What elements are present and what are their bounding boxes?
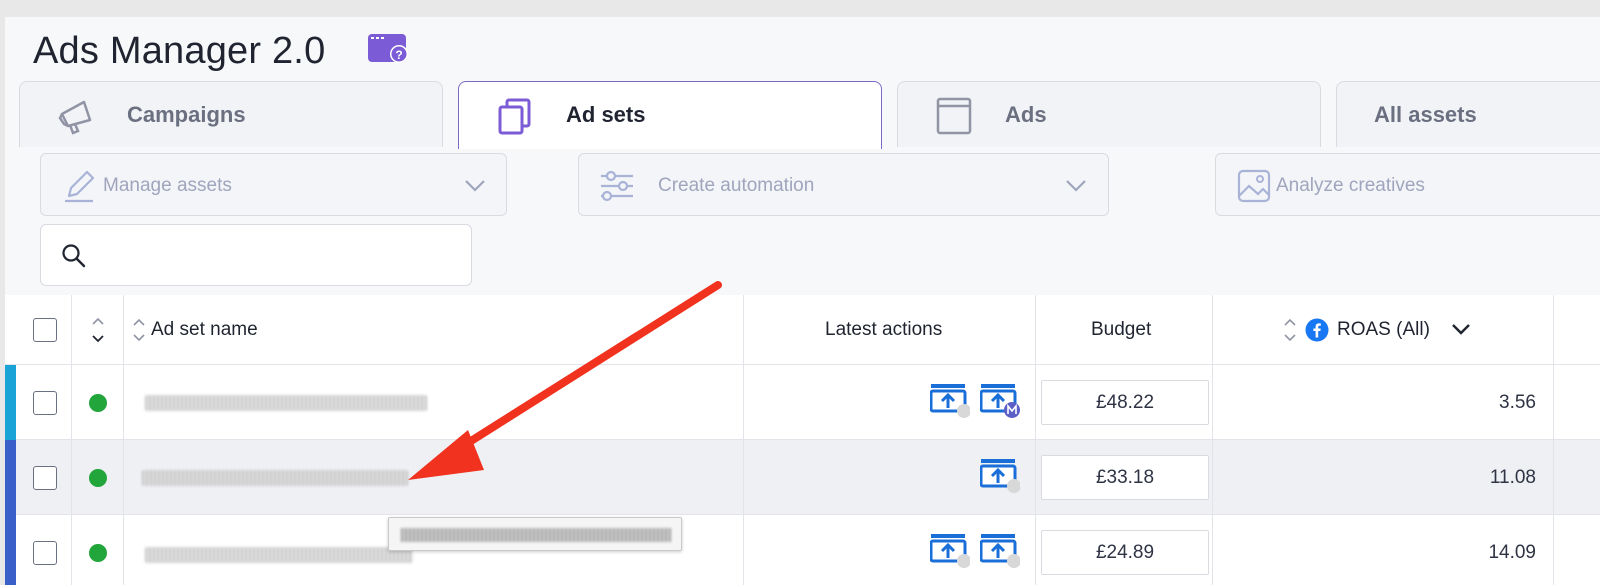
chevron-down-icon — [1066, 180, 1086, 192]
column-roas[interactable]: ROAS (All) — [1337, 318, 1430, 342]
sort-icon[interactable] — [1283, 317, 1297, 343]
tab-all-assets[interactable]: All assets — [1336, 81, 1600, 147]
chevron-down-icon — [465, 180, 485, 192]
row-color-stripe — [5, 515, 16, 585]
table-row[interactable]: £24.89 14.09 — [5, 515, 1600, 585]
budget-field[interactable]: £33.18 — [1041, 455, 1209, 500]
analyze-creatives-button[interactable]: Analyze creatives — [1215, 153, 1600, 216]
tab-ad-sets[interactable]: Ad sets — [458, 81, 882, 149]
help-window-icon[interactable]: ? — [367, 33, 411, 65]
megaphone-icon — [58, 100, 92, 135]
budget-upload-icon[interactable] — [930, 533, 970, 569]
tab-campaigns[interactable]: Campaigns — [19, 81, 443, 147]
tab-campaigns-label: Campaigns — [127, 102, 246, 127]
facebook-icon — [1305, 318, 1329, 342]
sort-icon[interactable] — [132, 317, 146, 343]
budget-field[interactable]: £48.22 — [1041, 380, 1209, 425]
chevron-down-icon[interactable] — [1451, 321, 1471, 337]
create-automation-label: Create automation — [658, 175, 815, 196]
tab-all-assets-label: All assets — [1374, 102, 1477, 127]
table-header: Ad set name Latest actions Budget ROAS (… — [5, 295, 1600, 365]
svg-text:?: ? — [395, 48, 402, 62]
column-divider — [71, 295, 72, 585]
column-budget[interactable]: Budget — [1091, 318, 1151, 342]
tab-ads-label: Ads — [1005, 102, 1047, 127]
budget-field[interactable]: £24.89 — [1041, 530, 1209, 575]
tooltip-text-redacted — [401, 528, 671, 542]
row-color-stripe — [5, 440, 16, 515]
sort-icon[interactable] — [91, 315, 105, 345]
manage-assets-dropdown[interactable]: Manage assets — [40, 153, 507, 216]
row-checkbox[interactable] — [33, 466, 57, 490]
row-checkbox[interactable] — [33, 541, 57, 565]
ad-sets-table: Ad set name Latest actions Budget ROAS (… — [5, 295, 1600, 585]
column-divider — [123, 295, 124, 585]
tab-ads[interactable]: Ads — [897, 81, 1321, 147]
table-row[interactable]: £33.18 11.08 — [5, 440, 1600, 515]
sliders-icon — [601, 170, 633, 202]
status-dot — [89, 394, 107, 412]
manage-assets-label: Manage assets — [103, 175, 232, 196]
roas-value: 14.09 — [1488, 542, 1536, 563]
column-divider — [1035, 295, 1036, 585]
status-dot — [89, 469, 107, 487]
roas-value: 11.08 — [1489, 467, 1536, 488]
budget-upload-icon[interactable] — [980, 533, 1020, 569]
budget-upload-icon[interactable] — [980, 458, 1020, 494]
row-checkbox[interactable] — [33, 391, 57, 415]
ads-manager-panel: Ads Manager 2.0 ? Campaigns Ad sets Ads — [5, 17, 1600, 585]
ad-set-name-redacted[interactable] — [142, 470, 408, 486]
search-field[interactable] — [40, 224, 472, 286]
status-dot — [89, 544, 107, 562]
layers-icon — [498, 98, 531, 135]
column-ad-set-name[interactable]: Ad set name — [151, 318, 258, 342]
column-latest-actions: Latest actions — [825, 319, 943, 340]
row-color-stripe — [5, 365, 16, 440]
search-icon — [62, 244, 86, 268]
ad-set-name-redacted[interactable] — [145, 395, 427, 411]
pencil-icon — [65, 170, 95, 203]
image-analyze-icon — [1237, 169, 1271, 203]
column-divider — [743, 295, 744, 585]
ad-set-name-tooltip — [388, 517, 682, 551]
table-row[interactable]: £48.22 3.56 — [5, 365, 1600, 440]
budget-upload-icon[interactable] — [930, 383, 970, 419]
select-all-checkbox[interactable] — [33, 318, 57, 342]
roas-value: 3.56 — [1499, 392, 1536, 413]
square-icon — [936, 97, 972, 135]
column-divider — [1553, 295, 1554, 585]
budget-upload-meta-icon[interactable] — [980, 383, 1020, 419]
ad-set-name-redacted[interactable] — [145, 547, 413, 563]
tab-ad-sets-label: Ad sets — [566, 102, 646, 127]
analyze-creatives-label: Analyze creatives — [1276, 175, 1425, 196]
page-title: Ads Manager 2.0 — [33, 30, 326, 72]
column-divider — [1212, 295, 1213, 585]
create-automation-dropdown[interactable]: Create automation — [578, 153, 1109, 216]
